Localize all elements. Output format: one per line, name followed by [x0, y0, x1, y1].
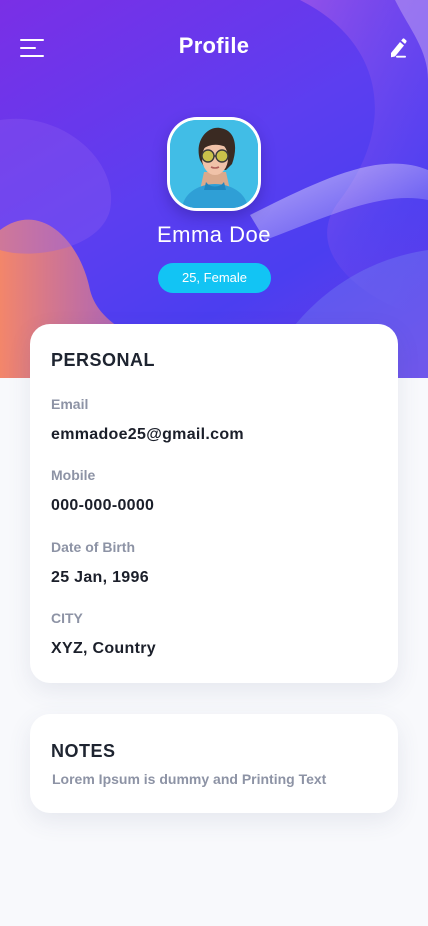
date-of-birth-value: 25 Jan, 1996: [51, 569, 149, 586]
profile-name: Emma Doe: [156, 222, 272, 247]
notes-card: NOTES Lorem Ipsum is dummy and Printing …: [30, 714, 398, 813]
personal-section-title: PERSONAL: [51, 350, 156, 370]
avatar-portrait-illustration: [170, 120, 258, 208]
city-value: XYZ, Country: [51, 640, 156, 657]
pencil-edit-icon: [391, 38, 407, 58]
avatar-frame[interactable]: [167, 117, 261, 211]
city-label: CITY: [51, 610, 83, 626]
email-label: Email: [51, 396, 89, 412]
mobile-value[interactable]: 000-000-0000: [51, 497, 154, 515]
app-top-bar: Profile: [0, 0, 428, 95]
notes-text: Lorem Ipsum is dummy and Printing Text: [52, 771, 327, 787]
avatar: [170, 120, 258, 208]
notes-section-title: NOTES: [51, 741, 116, 761]
personal-info-card: PERSONAL Email emmadoe25@gmail.com Mobil…: [30, 324, 398, 683]
mobile-label: Mobile: [51, 467, 96, 483]
date-of-birth-label: Date of Birth: [51, 539, 135, 555]
email-value[interactable]: emmadoe25@gmail.com: [51, 426, 244, 444]
age-gender-badge: 25, Female: [158, 263, 271, 293]
page-title: Profile: [178, 33, 250, 58]
edit-profile-button[interactable]: [384, 34, 412, 62]
